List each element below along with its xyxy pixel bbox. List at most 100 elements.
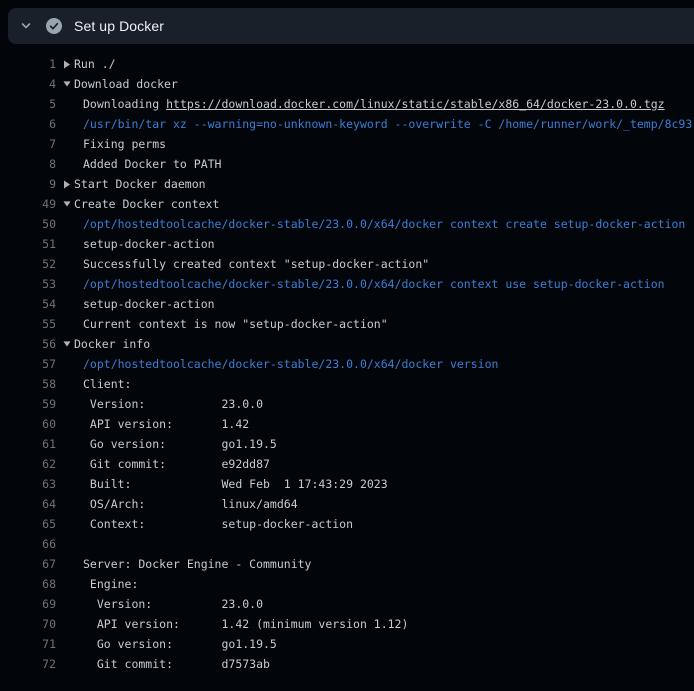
log-line (63, 534, 694, 554)
log-row: 60 API version: 1.42 (0, 414, 694, 434)
log-line: Git commit: d7573ab (63, 654, 694, 674)
triangle-right-icon[interactable] (63, 54, 71, 74)
log-row: 67Server: Docker Engine - Community (0, 554, 694, 574)
line-number[interactable]: 58 (0, 374, 56, 394)
line-number[interactable]: 66 (0, 534, 56, 554)
log-line: Built: Wed Feb 1 17:43:29 2023 (63, 474, 694, 494)
log-line: API version: 1.42 (63, 414, 694, 434)
line-number[interactable]: 60 (0, 414, 56, 434)
log-row: 63 Built: Wed Feb 1 17:43:29 2023 (0, 474, 694, 494)
line-number[interactable]: 7 (0, 134, 56, 154)
step-header[interactable]: Set up Docker (8, 8, 694, 44)
log-row: 59 Version: 23.0.0 (0, 394, 694, 414)
workflow-log-page: Set up Docker 1 Run ./ 4 Download docker 5 Do… (0, 8, 694, 674)
line-number[interactable]: 67 (0, 554, 56, 574)
line-number[interactable]: 64 (0, 494, 56, 514)
log-row: 6/usr/bin/tar xz --warning=no-unknown-ke… (0, 114, 694, 134)
line-number[interactable]: 4 (0, 74, 56, 94)
line-number[interactable]: 68 (0, 574, 56, 594)
line-number[interactable]: 50 (0, 214, 56, 234)
group-title: Start Docker daemon (74, 174, 206, 194)
group-title: Docker info (74, 334, 150, 354)
line-number[interactable]: 49 (0, 194, 56, 214)
triangle-down-icon[interactable] (63, 74, 71, 94)
line-number[interactable]: 55 (0, 314, 56, 334)
log-row: 5 Downloading https://download.docker.com… (0, 94, 694, 114)
log-group-header[interactable]: Download docker (63, 74, 694, 94)
log-row: 71 Go version: go1.19.5 (0, 634, 694, 654)
log-group-header[interactable]: Start Docker daemon (63, 174, 694, 194)
log-row: 49 Create Docker context (0, 194, 694, 214)
log-row: 50/opt/hostedtoolcache/docker-stable/23.… (0, 214, 694, 234)
log-line: Go version: go1.19.5 (63, 634, 694, 654)
log-row: 66 (0, 534, 694, 554)
log-group-header[interactable]: Docker info (63, 334, 694, 354)
log-area: 1 Run ./ 4 Download docker 5 Downloading http… (0, 44, 694, 674)
log-line: Go version: go1.19.5 (63, 434, 694, 454)
log-row: 57/opt/hostedtoolcache/docker-stable/23.… (0, 354, 694, 374)
log-text: Downloading (83, 97, 166, 111)
log-row: 7 Fixing perms (0, 134, 694, 154)
log-line: Added Docker to PATH (63, 154, 694, 174)
line-number[interactable]: 56 (0, 334, 56, 354)
log-line: Version: 23.0.0 (63, 594, 694, 614)
line-number[interactable]: 62 (0, 454, 56, 474)
log-row: 70 API version: 1.42 (minimum version 1.… (0, 614, 694, 634)
line-number[interactable]: 59 (0, 394, 56, 414)
log-row: 68 Engine: (0, 574, 694, 594)
check-circle-icon (46, 18, 62, 34)
line-number[interactable]: 8 (0, 154, 56, 174)
group-title: Run ./ (74, 54, 116, 74)
triangle-down-icon[interactable] (63, 194, 71, 214)
triangle-down-icon[interactable] (63, 334, 71, 354)
line-number[interactable]: 70 (0, 614, 56, 634)
log-line: Downloading https://download.docker.com/… (63, 94, 694, 114)
log-row: 56 Docker info (0, 334, 694, 354)
line-number[interactable]: 6 (0, 114, 56, 134)
log-line: Successfully created context "setup-dock… (63, 254, 694, 274)
line-number[interactable]: 63 (0, 474, 56, 494)
log-row: 9 Start Docker daemon (0, 174, 694, 194)
log-row: 51setup-docker-action (0, 234, 694, 254)
log-group-header[interactable]: Run ./ (63, 54, 694, 74)
line-number[interactable]: 69 (0, 594, 56, 614)
log-line: Fixing perms (63, 134, 694, 154)
log-row: 1 Run ./ (0, 54, 694, 74)
log-line: Git commit: e92dd87 (63, 454, 694, 474)
log-line: /usr/bin/tar xz --warning=no-unknown-key… (63, 114, 694, 134)
log-row: 54setup-docker-action (0, 294, 694, 314)
log-group-header[interactable]: Create Docker context (63, 194, 694, 214)
line-number[interactable]: 52 (0, 254, 56, 274)
group-title: Download docker (74, 74, 178, 94)
chevron-down-icon[interactable] (20, 20, 32, 32)
line-number[interactable]: 71 (0, 634, 56, 654)
log-link[interactable]: https://download.docker.com/linux/static… (166, 97, 665, 111)
log-line: OS/Arch: linux/amd64 (63, 494, 694, 514)
line-number[interactable]: 1 (0, 54, 56, 74)
line-number[interactable]: 53 (0, 274, 56, 294)
group-title: Create Docker context (74, 194, 219, 214)
log-row: 64 OS/Arch: linux/amd64 (0, 494, 694, 514)
log-row: 4 Download docker (0, 74, 694, 94)
line-number[interactable]: 72 (0, 654, 56, 674)
log-line: Version: 23.0.0 (63, 394, 694, 414)
log-row: 52 Successfully created context "setup-do… (0, 254, 694, 274)
line-number[interactable]: 54 (0, 294, 56, 314)
log-line: Client: (63, 374, 694, 394)
line-number[interactable]: 65 (0, 514, 56, 534)
line-number[interactable]: 51 (0, 234, 56, 254)
line-number[interactable]: 5 (0, 94, 56, 114)
log-row: 58 Client: (0, 374, 694, 394)
log-row: 61 Go version: go1.19.5 (0, 434, 694, 454)
line-number[interactable]: 57 (0, 354, 56, 374)
log-line: /opt/hostedtoolcache/docker-stable/23.0.… (63, 354, 694, 374)
log-row: 55 Current context is now "setup-docker-a… (0, 314, 694, 334)
log-line: Engine: (63, 574, 694, 594)
log-row: 65 Context: setup-docker-action (0, 514, 694, 534)
log-line: Context: setup-docker-action (63, 514, 694, 534)
line-number[interactable]: 61 (0, 434, 56, 454)
log-line: /opt/hostedtoolcache/docker-stable/23.0.… (63, 274, 694, 294)
log-line: Current context is now "setup-docker-act… (63, 314, 694, 334)
line-number[interactable]: 9 (0, 174, 56, 194)
triangle-right-icon[interactable] (63, 174, 71, 194)
